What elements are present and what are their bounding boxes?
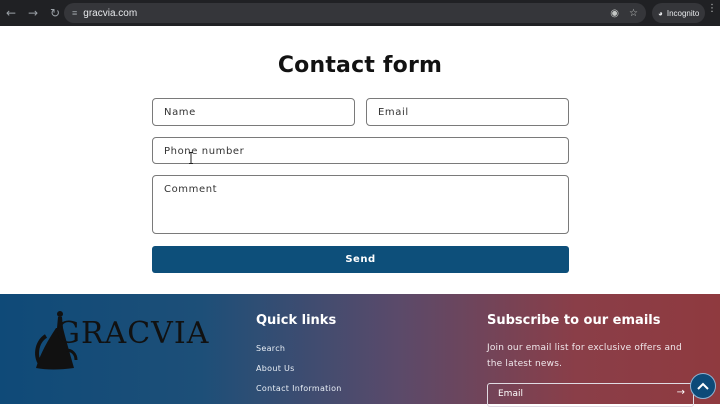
bookmark-star-icon[interactable]: ☆ xyxy=(629,8,638,19)
site-footer: GRACVIA Quick links Search About Us Cont… xyxy=(0,294,720,407)
footer-link-search[interactable]: Search xyxy=(256,344,285,353)
comment-textarea[interactable]: Comment xyxy=(152,175,569,234)
incognito-icon: ◕ xyxy=(658,8,663,18)
eye-off-icon[interactable]: ◉ xyxy=(610,8,619,19)
phone-placeholder: Phone number xyxy=(164,146,245,157)
url-text: gracvia.com xyxy=(83,7,138,19)
scroll-to-top-button[interactable] xyxy=(690,373,716,399)
chevron-up-icon xyxy=(697,382,709,390)
name-placeholder: Name xyxy=(164,107,196,118)
footer-link-contact-information[interactable]: Contact Information xyxy=(256,384,342,393)
quick-links-heading: Quick links xyxy=(256,313,337,328)
email-input[interactable]: Email xyxy=(366,98,569,126)
phone-input[interactable]: Phone number xyxy=(152,137,569,164)
logo-text: GRACVIA xyxy=(56,316,210,351)
send-button[interactable]: Send xyxy=(152,246,569,273)
name-input[interactable]: Name xyxy=(152,98,355,126)
address-bar[interactable]: ≡ gracvia.com ◉ ☆ xyxy=(64,3,646,23)
text-cursor-icon xyxy=(189,152,193,164)
incognito-label: Incognito xyxy=(666,8,700,18)
page-title: Contact form xyxy=(277,53,443,78)
newsletter-description: Join our email list for exclusive offers… xyxy=(487,343,682,369)
newsletter-email-input[interactable]: Email → xyxy=(487,383,694,407)
email-placeholder: Email xyxy=(378,107,409,118)
incognito-badge[interactable]: ◕ Incognito xyxy=(652,3,706,23)
back-icon[interactable]: ← xyxy=(0,0,22,26)
newsletter-heading: Subscribe to our emails xyxy=(487,313,661,328)
forward-icon[interactable]: → xyxy=(22,0,44,26)
menu-kebab-icon[interactable]: ⋮ xyxy=(707,3,717,14)
newsletter-email-placeholder: Email xyxy=(498,389,523,399)
site-settings-icon[interactable]: ≡ xyxy=(72,8,77,18)
arrow-right-icon[interactable]: → xyxy=(677,387,685,398)
browser-toolbar: ← → ↻ ≡ gracvia.com ◉ ☆ ◕ Incognito ⋮ xyxy=(0,0,720,26)
reload-icon[interactable]: ↻ xyxy=(44,0,66,26)
contact-section: Contact form Name Email Phone number Com… xyxy=(0,26,720,294)
comment-placeholder: Comment xyxy=(164,184,218,195)
footer-link-about-us[interactable]: About Us xyxy=(256,364,295,373)
